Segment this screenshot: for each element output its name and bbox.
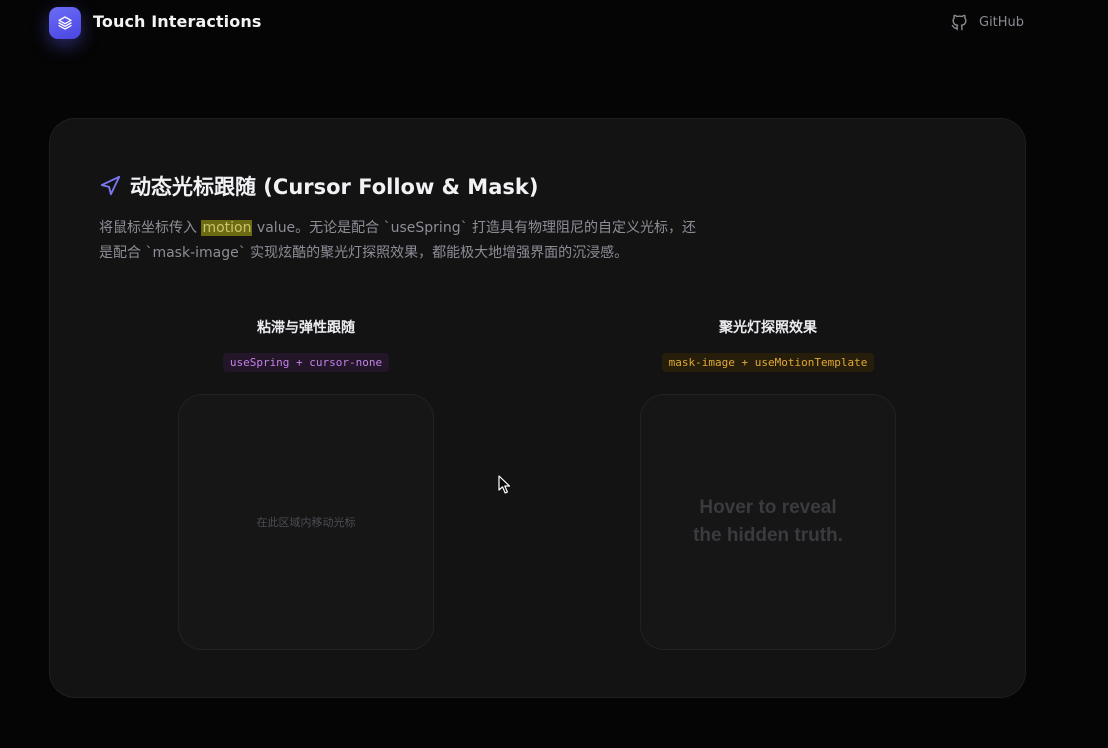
- api-tag: useSpring + cursor-none: [222, 353, 390, 372]
- app-title: Touch Interactions: [93, 12, 262, 31]
- section-header: 动态光标跟随 (Cursor Follow & Mask): [99, 171, 538, 201]
- desc-highlight: motion: [201, 220, 253, 236]
- spring-follow-area[interactable]: 在此区域内移动光标: [178, 394, 434, 650]
- demo-title: 聚光灯探照效果: [719, 320, 817, 336]
- reveal-line-2: the hidden truth.: [693, 525, 843, 546]
- desc-prefix: 将鼠标坐标传入: [99, 220, 202, 236]
- github-link[interactable]: GitHub: [950, 13, 1024, 32]
- tag-wrap: useSpring + cursor-none: [178, 351, 434, 373]
- spotlight-demo: 聚光灯探照效果 mask-image + useMotionTemplate H…: [640, 317, 896, 650]
- tag-wrap: mask-image + useMotionTemplate: [640, 351, 896, 373]
- navigation-arrow-icon: [100, 175, 121, 196]
- hidden-text: Hover to reveal the hidden truth.: [693, 494, 843, 550]
- app-logo[interactable]: [49, 7, 81, 39]
- api-tag: mask-image + useMotionTemplate: [661, 353, 875, 372]
- demo-title: 粘滞与弹性跟随: [257, 320, 355, 336]
- github-icon: [951, 14, 967, 31]
- spring-follow-demo: 粘滞与弹性跟随 useSpring + cursor-none 在此区域内移动光…: [178, 317, 434, 650]
- move-cursor-hint: 在此区域内移动光标: [256, 516, 356, 529]
- desc-line2: 是配合 `mask-image` 实现炫酷的聚光灯探照效果，都能极大地增强界面的…: [99, 245, 629, 261]
- mouse-pointer-icon: [498, 475, 511, 494]
- desc-line1-rest: value。无论是配合 `useSpring` 打造具有物理阻尼的自定义光标，还: [252, 220, 697, 236]
- reveal-line-1: Hover to reveal: [699, 497, 837, 518]
- github-label: GitHub: [979, 15, 1025, 30]
- cursor-follow-card: 动态光标跟随 (Cursor Follow & Mask) 将鼠标坐标传入 mo…: [49, 118, 1026, 698]
- layers-icon: [58, 16, 72, 30]
- spotlight-area[interactable]: Hover to reveal the hidden truth.: [640, 394, 896, 650]
- section-description: 将鼠标坐标传入 motion value。无论是配合 `useSpring` 打…: [99, 216, 779, 266]
- section-title: 动态光标跟随 (Cursor Follow & Mask): [130, 175, 539, 199]
- top-bar: Touch Interactions GitHub: [0, 0, 1108, 46]
